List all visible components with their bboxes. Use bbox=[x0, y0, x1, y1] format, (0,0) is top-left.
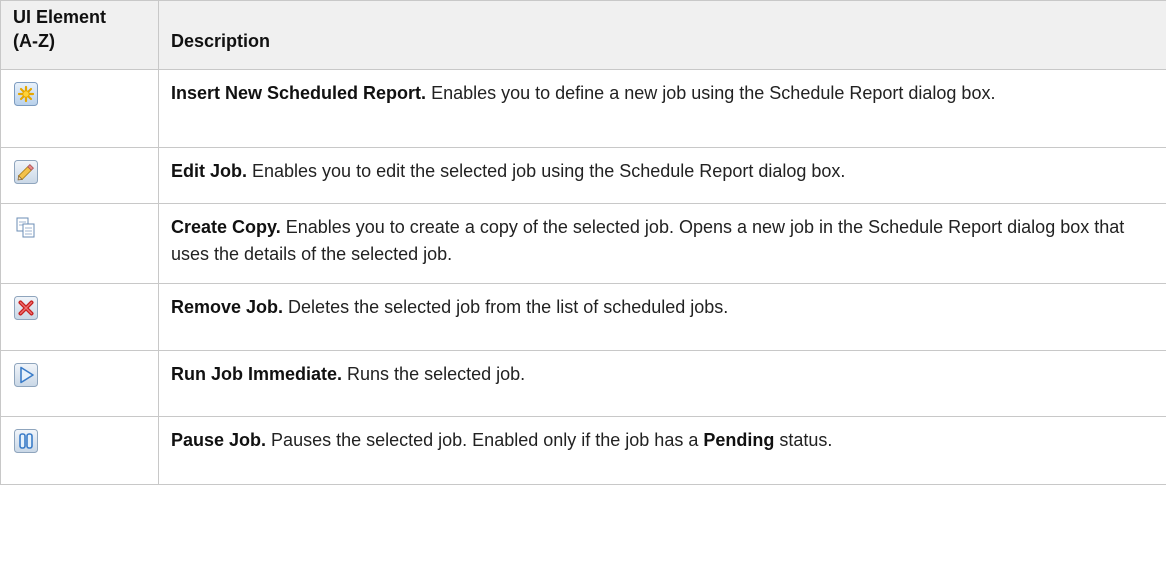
table-row: Insert New Scheduled Report. Enables you… bbox=[0, 69, 1166, 148]
element-title: Insert New Scheduled Report. bbox=[171, 83, 427, 103]
element-title: Edit Job. bbox=[171, 161, 247, 181]
header-ui-element-line1: UI Element bbox=[13, 7, 107, 27]
table-row: Run Job Immediate. Runs the selected job… bbox=[0, 350, 1166, 417]
remove-job-icon bbox=[13, 295, 39, 321]
element-description-part1: Pauses the selected job. Enabled only if… bbox=[266, 430, 704, 450]
header-ui-element: UI Element (A-Z) bbox=[0, 0, 159, 70]
table-header-row: UI Element (A-Z) Description bbox=[0, 0, 1166, 70]
icon-cell bbox=[0, 416, 159, 485]
description-cell: Remove Job. Deletes the selected job fro… bbox=[158, 283, 1166, 351]
icon-cell bbox=[0, 147, 159, 204]
description-cell: Run Job Immediate. Runs the selected job… bbox=[158, 350, 1166, 417]
description-cell: Insert New Scheduled Report. Enables you… bbox=[158, 69, 1166, 148]
element-description: Runs the selected job. bbox=[342, 364, 526, 384]
icon-cell bbox=[0, 69, 159, 148]
table-row: Remove Job. Deletes the selected job fro… bbox=[0, 283, 1166, 351]
table-row: Edit Job. Enables you to edit the select… bbox=[0, 147, 1166, 204]
pause-job-icon bbox=[13, 428, 39, 454]
element-title: Remove Job. bbox=[171, 297, 284, 317]
create-copy-icon bbox=[13, 215, 39, 241]
description-cell: Pause Job. Pauses the selected job. Enab… bbox=[158, 416, 1166, 485]
run-job-immediate-icon bbox=[13, 362, 39, 388]
status-pending-label: Pending bbox=[703, 430, 775, 450]
header-description: Description bbox=[158, 0, 1166, 70]
element-description: Deletes the selected job from the list o… bbox=[283, 297, 729, 317]
icon-cell bbox=[0, 350, 159, 417]
element-title: Pause Job. bbox=[171, 430, 267, 450]
icon-cell bbox=[0, 283, 159, 351]
description-cell: Create Copy. Enables you to create a cop… bbox=[158, 203, 1166, 284]
ui-elements-table: UI Element (A-Z) Description Insert New … bbox=[0, 0, 1166, 485]
element-description: Enables you to edit the selected job usi… bbox=[247, 161, 846, 181]
table-row: Create Copy. Enables you to create a cop… bbox=[0, 203, 1166, 284]
header-ui-element-line2: (A-Z) bbox=[13, 31, 55, 51]
element-description: Enables you to create a copy of the sele… bbox=[171, 217, 1125, 264]
element-title: Create Copy. bbox=[171, 217, 281, 237]
element-title: Run Job Immediate. bbox=[171, 364, 343, 384]
icon-cell bbox=[0, 203, 159, 284]
description-cell: Edit Job. Enables you to edit the select… bbox=[158, 147, 1166, 204]
element-description-part2: status. bbox=[774, 430, 833, 450]
element-description: Enables you to define a new job using th… bbox=[426, 83, 996, 103]
edit-job-icon bbox=[13, 159, 39, 185]
insert-new-scheduled-report-icon bbox=[13, 81, 39, 107]
table-row: Pause Job. Pauses the selected job. Enab… bbox=[0, 416, 1166, 485]
